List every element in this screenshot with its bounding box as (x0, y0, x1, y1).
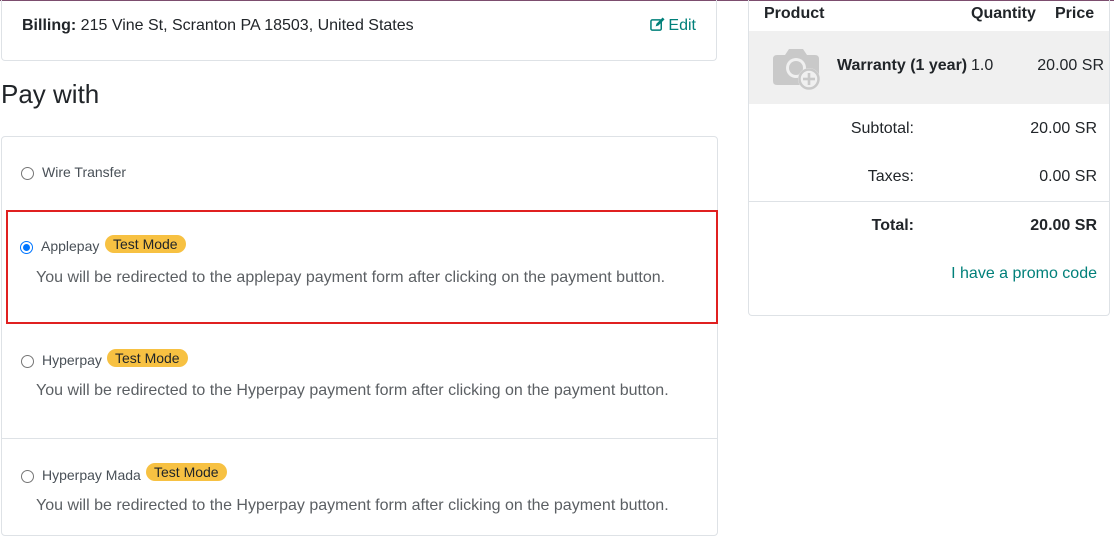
radio-hyperpay[interactable] (21, 355, 34, 368)
payment-option-description: You will be redirected to the Hyperpay p… (36, 497, 669, 514)
test-mode-badge: Test Mode (105, 235, 186, 253)
header-product: Product (764, 5, 825, 22)
radio-hyperpay-mada[interactable] (21, 470, 34, 483)
payment-option-label: Wire Transfer (42, 164, 127, 180)
taxes-value: 0.00 SR (1039, 168, 1097, 185)
cart-line-row: Warranty (1 year) 1.0 20.00 SR (749, 31, 1109, 104)
payment-option-wire-transfer[interactable]: Wire Transfer (2, 137, 717, 209)
billing-card: Billing: 215 Vine St, Scranton PA 18503,… (1, 0, 717, 61)
payment-option-label: Hyperpay Mada (42, 467, 141, 483)
product-name[interactable]: Warranty (1 year) (837, 57, 967, 75)
payment-option-hyperpay[interactable]: Hyperpay Test Mode You will be redirecte… (2, 325, 717, 439)
billing-label: Billing: (22, 17, 77, 34)
subtotal-value: 20.00 SR (1030, 120, 1097, 137)
pay-with-heading: Pay with (1, 79, 100, 109)
test-mode-badge: Test Mode (146, 463, 227, 481)
camera-plus-icon (773, 49, 820, 90)
billing-address-text: 215 Vine St, Scranton PA 18503, United S… (80, 17, 414, 34)
product-price: 20.00 SR (1037, 57, 1104, 74)
edit-icon (650, 17, 665, 31)
payment-method-list: Wire Transfer Applepay Test Mode You wil… (1, 136, 718, 536)
edit-billing-link[interactable]: Edit (650, 17, 696, 35)
edit-label: Edit (668, 17, 696, 34)
summary-divider (749, 201, 1109, 202)
order-summary-card: Product Quantity Price Warranty (1 year)… (748, 0, 1110, 316)
total-value: 20.00 SR (1030, 217, 1097, 234)
radio-wire-transfer[interactable] (21, 167, 34, 180)
radio-applepay[interactable] (20, 241, 33, 254)
total-label: Total: (871, 217, 914, 234)
payment-option-label: Applepay (41, 238, 100, 254)
promo-code-link[interactable]: I have a promo code (951, 265, 1097, 283)
product-quantity: 1.0 (971, 57, 994, 74)
header-price: Price (1055, 5, 1095, 22)
payment-option-hyperpay-mada[interactable]: Hyperpay Mada Test Mode You will be redi… (2, 440, 717, 554)
billing-address: Billing: 215 Vine St, Scranton PA 18503,… (22, 17, 414, 35)
payment-option-label: Hyperpay (42, 352, 102, 368)
payment-option-description: You will be redirected to the applepay p… (36, 269, 666, 286)
payment-option-applepay[interactable]: Applepay Test Mode You will be redirecte… (6, 210, 718, 324)
taxes-label: Taxes: (867, 168, 914, 185)
header-quantity: Quantity (971, 5, 1036, 22)
subtotal-label: Subtotal: (850, 120, 914, 137)
payment-option-description: You will be redirected to the Hyperpay p… (36, 382, 669, 399)
test-mode-badge: Test Mode (107, 349, 188, 367)
